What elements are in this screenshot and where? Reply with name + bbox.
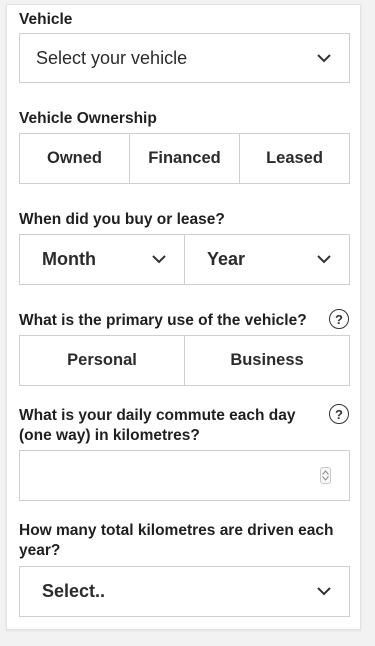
primary-use-option-business[interactable]: Business xyxy=(184,336,349,385)
chevron-down-icon xyxy=(317,255,331,264)
year-select[interactable]: Year xyxy=(185,234,350,285)
help-icon[interactable]: ? xyxy=(329,404,349,424)
commute-number-input[interactable] xyxy=(19,450,350,501)
annual-km-select[interactable]: Select.. xyxy=(19,566,350,617)
annual-km-label-line1: How many total kilometres are driven eac… xyxy=(19,522,334,539)
purchase-date-label: When did you buy or lease? xyxy=(19,211,225,228)
primary-use-segmented-control: Personal Business xyxy=(19,335,350,386)
vehicle-select[interactable]: Select your vehicle xyxy=(19,33,350,83)
annual-km-label-line2: year? xyxy=(19,542,61,559)
chevron-down-icon xyxy=(317,53,331,62)
spinner-down-icon[interactable] xyxy=(322,476,329,481)
vehicle-label: Vehicle xyxy=(19,11,73,28)
help-icon[interactable]: ? xyxy=(329,309,349,329)
ownership-segmented-control: Owned Financed Leased xyxy=(19,133,350,184)
ownership-option-leased[interactable]: Leased xyxy=(239,134,349,183)
primary-use-option-personal[interactable]: Personal xyxy=(20,336,184,385)
purchase-date-selects: Month Year xyxy=(19,234,350,285)
ownership-option-financed[interactable]: Financed xyxy=(129,134,239,183)
commute-label-line2: (one way) in kilometres? xyxy=(19,427,200,444)
vehicle-select-value: Select your vehicle xyxy=(36,47,188,68)
number-spinner[interactable] xyxy=(320,467,331,484)
month-select[interactable]: Month xyxy=(19,234,185,285)
spinner-up-icon[interactable] xyxy=(322,470,329,475)
year-select-value: Year xyxy=(207,249,246,269)
ownership-label: Vehicle Ownership xyxy=(19,110,157,127)
chevron-down-icon xyxy=(317,587,331,596)
ownership-option-owned[interactable]: Owned xyxy=(20,134,129,183)
annual-km-select-value: Select.. xyxy=(42,581,106,601)
commute-label-line1: What is your daily commute each day xyxy=(19,407,296,424)
month-select-value: Month xyxy=(42,249,96,269)
chevron-down-icon xyxy=(152,255,166,264)
primary-use-label: What is the primary use of the vehicle? xyxy=(19,312,307,329)
